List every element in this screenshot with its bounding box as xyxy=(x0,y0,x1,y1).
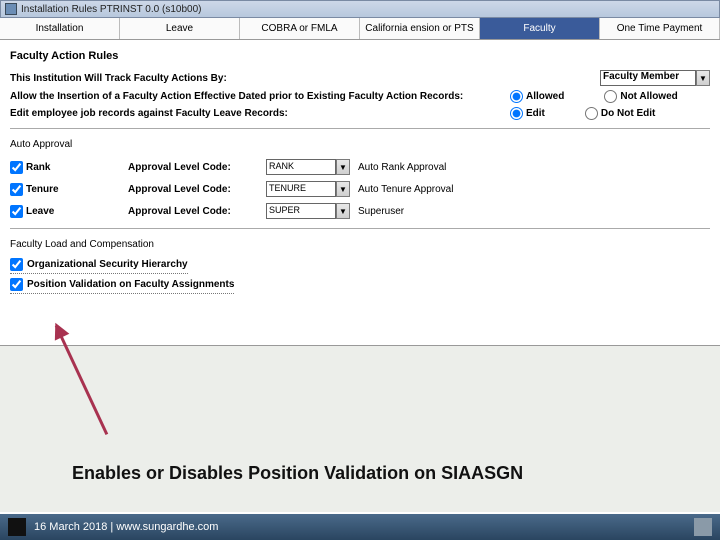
approval-row-rank: Rank Approval Level Code: RANK ▼ Auto Ra… xyxy=(10,156,710,178)
track-actions-row: This Institution Will Track Faculty Acti… xyxy=(10,68,710,88)
leave-label: Leave xyxy=(26,206,54,217)
rank-code-input[interactable]: RANK xyxy=(266,159,336,175)
approval-level-label-0: Approval Level Code: xyxy=(128,162,258,173)
title-bar: Installation Rules PTRINST 0.0 (s10b00) xyxy=(0,0,720,18)
radio-edit[interactable]: Edit xyxy=(510,107,545,120)
tenure-desc: Auto Tenure Approval xyxy=(358,184,453,195)
tab-california-pts[interactable]: California ension or PTS xyxy=(360,18,480,39)
tenure-checkbox[interactable] xyxy=(10,183,23,196)
tab-leave[interactable]: Leave xyxy=(120,18,240,39)
edit-job-records-row: Edit employee job records against Facult… xyxy=(10,105,710,122)
radio-not-allowed-label: Not Allowed xyxy=(620,91,677,102)
leave-checkbox[interactable] xyxy=(10,205,23,218)
radio-edit-label: Edit xyxy=(526,108,545,119)
edit-job-records-label: Edit employee job records against Facult… xyxy=(10,108,510,119)
radio-allowed-input[interactable] xyxy=(510,90,523,103)
tab-faculty[interactable]: Faculty xyxy=(480,18,600,39)
radio-do-not-edit-label: Do Not Edit xyxy=(601,108,655,119)
window-title: Installation Rules PTRINST 0.0 (s10b00) xyxy=(21,4,201,15)
leave-checkbox-wrap[interactable]: Leave xyxy=(10,205,120,218)
radio-allowed-label: Allowed xyxy=(526,91,564,102)
rank-checkbox-wrap[interactable]: Rank xyxy=(10,161,120,174)
chevron-down-icon[interactable]: ▼ xyxy=(696,70,710,86)
footer-text: 16 March 2018 | www.sungardhe.com xyxy=(34,521,686,533)
approval-level-label-1: Approval Level Code: xyxy=(128,184,258,195)
org-security-checkbox[interactable] xyxy=(10,258,23,271)
approval-row-leave: Leave Approval Level Code: SUPER ▼ Super… xyxy=(10,200,710,222)
position-validation-label: Position Validation on Faculty Assignmen… xyxy=(27,279,234,290)
track-actions-label: This Institution Will Track Faculty Acti… xyxy=(10,73,600,84)
content-area: Faculty Action Rules This Institution Wi… xyxy=(0,40,720,294)
radio-edit-input[interactable] xyxy=(510,107,523,120)
radio-allowed[interactable]: Allowed xyxy=(510,90,564,103)
chevron-down-icon[interactable]: ▼ xyxy=(336,181,350,197)
flc-row-org-security: Organizational Security Hierarchy xyxy=(10,256,188,274)
tenure-code-input[interactable]: TENURE xyxy=(266,181,336,197)
callout-text: Enables or Disables Position Validation … xyxy=(72,463,523,484)
allow-insertion-label: Allow the Insertion of a Faculty Action … xyxy=(10,91,510,102)
tab-cobra-fmla[interactable]: COBRA or FMLA xyxy=(240,18,360,39)
rank-desc: Auto Rank Approval xyxy=(358,162,446,173)
arrow-head-icon xyxy=(48,319,69,340)
radio-do-not-edit-input[interactable] xyxy=(585,107,598,120)
auto-approval-title: Auto Approval xyxy=(10,135,710,156)
approval-row-tenure: Tenure Approval Level Code: TENURE ▼ Aut… xyxy=(10,178,710,200)
radio-not-allowed[interactable]: Not Allowed xyxy=(604,90,677,103)
allow-insertion-row: Allow the Insertion of a Faculty Action … xyxy=(10,88,710,105)
divider xyxy=(10,228,710,229)
flc-row-position-validation: Position Validation on Faculty Assignmen… xyxy=(10,276,234,294)
rank-checkbox[interactable] xyxy=(10,161,23,174)
callout-background xyxy=(0,345,720,512)
footer-bar: 16 March 2018 | www.sungardhe.com xyxy=(0,514,720,540)
rank-label: Rank xyxy=(26,162,50,173)
chevron-down-icon[interactable]: ▼ xyxy=(336,159,350,175)
faculty-action-rules-title: Faculty Action Rules xyxy=(10,46,710,68)
tab-strip: Installation Leave COBRA or FMLA Califor… xyxy=(0,18,720,40)
approval-level-label-2: Approval Level Code: xyxy=(128,206,258,217)
leave-desc: Superuser xyxy=(358,206,404,217)
tab-one-time-payment[interactable]: One Time Payment xyxy=(600,18,720,39)
app-icon xyxy=(5,3,17,15)
footer-logo-left xyxy=(8,518,26,536)
divider xyxy=(10,128,710,129)
org-security-label: Organizational Security Hierarchy xyxy=(27,259,188,270)
radio-not-allowed-input[interactable] xyxy=(604,90,617,103)
radio-do-not-edit[interactable]: Do Not Edit xyxy=(585,107,655,120)
position-validation-checkbox[interactable] xyxy=(10,278,23,291)
flc-title: Faculty Load and Compensation xyxy=(10,235,710,256)
track-actions-select[interactable]: Faculty Member xyxy=(600,70,696,86)
tenure-label: Tenure xyxy=(26,184,59,195)
tenure-checkbox-wrap[interactable]: Tenure xyxy=(10,183,120,196)
tab-installation[interactable]: Installation xyxy=(0,18,120,39)
footer-logo-right xyxy=(694,518,712,536)
chevron-down-icon[interactable]: ▼ xyxy=(336,203,350,219)
leave-code-input[interactable]: SUPER xyxy=(266,203,336,219)
